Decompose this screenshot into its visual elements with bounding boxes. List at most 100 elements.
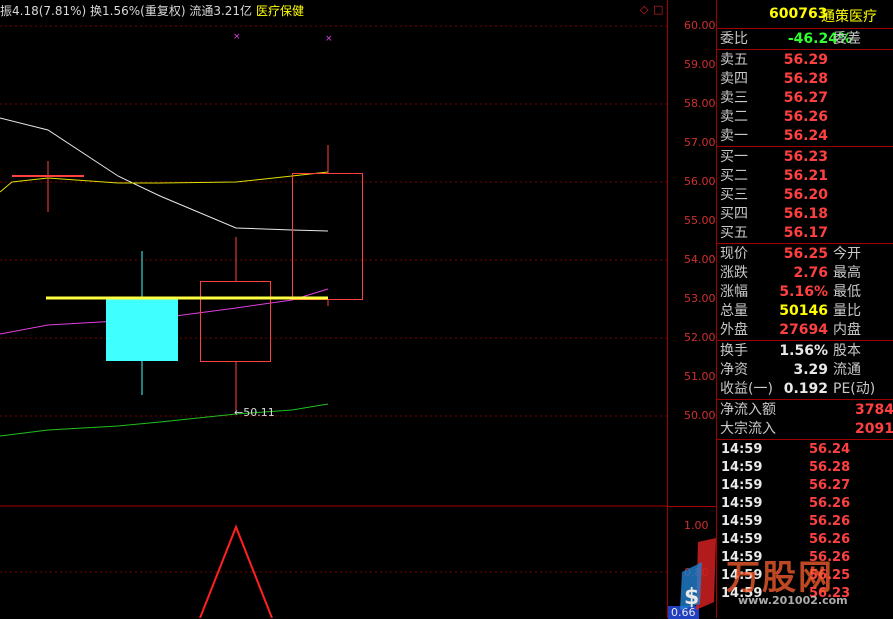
stat-label2: 最低 (833, 284, 861, 300)
low-price-annotation: ←50.11 (234, 406, 275, 419)
order-label: 卖四 (720, 71, 748, 87)
order-label: 卖一 (720, 128, 748, 144)
axis-label: 60.00 (684, 19, 716, 32)
order-label: 卖五 (720, 52, 748, 68)
axis-label: 57.00 (684, 136, 716, 149)
buy-row[interactable]: 买四 56.18 (717, 205, 893, 223)
stat-label: 换手 (720, 343, 748, 359)
tick-time: 14:59 (721, 478, 763, 493)
sell-row[interactable]: 卖一 56.24 (717, 127, 893, 145)
stat-label2: 股本 (833, 343, 861, 359)
stat-label: 涨跌 (720, 265, 748, 281)
stat-value: 56.25 (783, 246, 828, 262)
stat-label2: 量比 (833, 303, 861, 319)
tick-row: 14:59 56.26 (717, 549, 893, 567)
sector-label[interactable]: 医疗保健 (256, 4, 304, 18)
stat-label2: 今开 (833, 246, 861, 262)
stat-label2: PE(动) (833, 381, 876, 397)
stat-row: 换手 1.56% 股本 (717, 342, 893, 360)
order-label: 买四 (720, 206, 748, 222)
diamond-icon[interactable]: ◇ (640, 3, 648, 16)
tick-price: 56.27 (809, 478, 851, 493)
chart-header: 振4.18(7.81%) 换1.56%(重复权) 流通3.21亿 医疗保健 (0, 2, 304, 19)
candle-body (200, 281, 271, 362)
tick-row: 14:59 56.24 (717, 441, 893, 459)
candle-body (106, 298, 178, 361)
sell-row[interactable]: 卖三 56.27 (717, 89, 893, 107)
buy-row[interactable]: 买五 56.17 (717, 224, 893, 242)
kline-svg[interactable]: × × (0, 0, 667, 618)
stat-label: 涨幅 (720, 284, 748, 300)
stat-label: 收益(一) (720, 381, 773, 397)
order-label: 卖二 (720, 109, 748, 125)
order-label: 买五 (720, 225, 748, 241)
stat-row: 外盘 27694 内盘 (717, 321, 893, 339)
weibi-label: 委比 (720, 31, 748, 47)
divider (717, 146, 893, 147)
stat-value: 1.56% (779, 343, 828, 359)
axis-label: 56.00 (684, 175, 716, 188)
kline-chart[interactable]: × × 振4.18(7.81%) 换1.56%(重复权) 流通3.21亿 医疗保健… (0, 0, 667, 618)
stat-row: 现价 56.25 今开 (717, 245, 893, 263)
order-price: 56.21 (783, 168, 828, 184)
sell-row[interactable]: 卖二 56.26 (717, 108, 893, 126)
axis-label: 51.00 (684, 370, 716, 383)
square-icon[interactable]: □ (653, 3, 663, 16)
axis-label: 54.00 (684, 253, 716, 266)
stat-label: 外盘 (720, 322, 748, 338)
ma-green (0, 403, 329, 437)
order-price: 56.18 (783, 206, 828, 222)
flow-label: 大宗流入 (720, 421, 776, 437)
axis-label: 52.00 (684, 331, 716, 344)
stat-row: 涨跌 2.76 最高 (717, 264, 893, 282)
stock-code: 600763 (769, 6, 828, 22)
tick-price: 56.28 (809, 460, 851, 475)
axis-label: 53.00 (684, 292, 716, 305)
tick-price: 56.26 (809, 496, 851, 511)
axis-label: 59.00 (684, 58, 716, 71)
flow-label: 净流入额 (720, 402, 776, 418)
flow-value: 2091 (855, 421, 893, 437)
axis-label: 55.00 (684, 214, 716, 227)
tick-price: 56.25 (809, 568, 851, 583)
tick-row: 14:59 56.25 (717, 567, 893, 585)
quote-panel: 600763 通策医疗 委比 -46.24% 委差 卖五 56.29 卖四 56.2… (716, 0, 893, 618)
stat-value: 27694 (779, 322, 828, 338)
stat-row: 涨幅 5.16% 最低 (717, 283, 893, 301)
tick-row: 14:59 56.26 (717, 531, 893, 549)
tick-row: 14:59 56.28 (717, 459, 893, 477)
order-label: 买三 (720, 187, 748, 203)
divider (717, 49, 893, 50)
buy-row[interactable]: 买一 56.23 (717, 148, 893, 166)
stat-value: 3.29 (793, 362, 828, 378)
order-price: 56.24 (783, 128, 828, 144)
tick-price: 56.26 (809, 514, 851, 529)
sell-row[interactable]: 卖五 56.29 (717, 51, 893, 69)
order-price: 56.27 (783, 90, 828, 106)
tick-price: 56.26 (809, 550, 851, 565)
sell-row[interactable]: 卖四 56.28 (717, 70, 893, 88)
stat-row: 总量 50146 量比 (717, 302, 893, 320)
flow-row: 大宗流入 2091 (717, 420, 893, 438)
price-axis: 60.00 59.00 58.00 57.00 56.00 55.00 54.0… (667, 0, 716, 619)
order-label: 买二 (720, 168, 748, 184)
order-price: 56.26 (783, 109, 828, 125)
buy-row[interactable]: 买二 56.21 (717, 167, 893, 185)
stat-label2: 流通 (833, 362, 861, 378)
order-price: 56.23 (783, 149, 828, 165)
stat-value: 0.192 (783, 381, 828, 397)
divider (717, 340, 893, 341)
axis-divider (668, 506, 716, 507)
sub-axis-current: 0.66 (668, 606, 699, 619)
axis-label: 50.00 (684, 409, 716, 422)
buy-row[interactable]: 买三 56.20 (717, 186, 893, 204)
tick-time: 14:59 (721, 532, 763, 547)
stat-label2: 内盘 (833, 322, 861, 338)
tick-row: 14:59 56.27 (717, 477, 893, 495)
header-info: 振4.18(7.81%) 换1.56%(重复权) 流通3.21亿 (0, 4, 253, 18)
candle-body (292, 173, 363, 300)
divider (717, 243, 893, 244)
stat-row: 净资 3.29 流通 (717, 361, 893, 379)
tick-price: 56.24 (809, 442, 851, 457)
sub-axis-label: 1.00 (684, 519, 709, 532)
